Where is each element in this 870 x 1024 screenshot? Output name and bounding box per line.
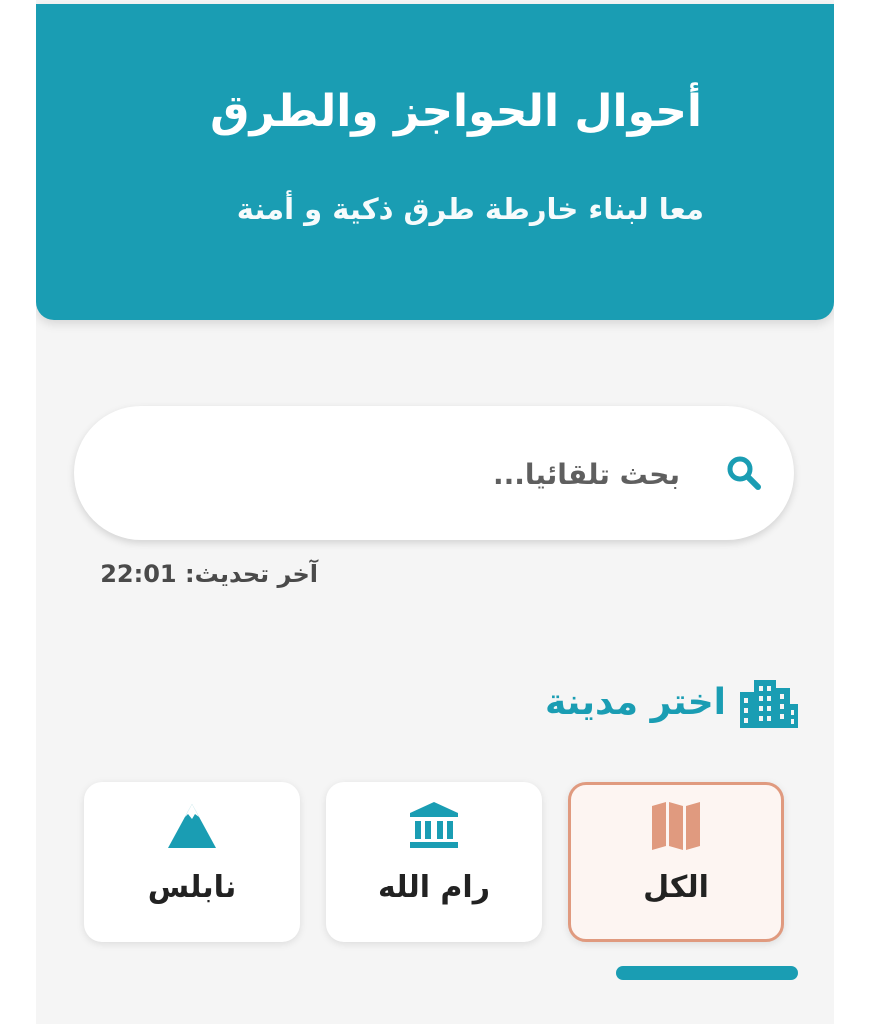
city-card-ramallah[interactable]: رام الله [326,782,542,942]
app-screen: أحوال الحواجز والطرق معا لبناء خارطة طرق… [36,0,834,1024]
app-subtitle: معا لبناء خارطة طرق ذكية و أمنة [236,192,704,226]
search-bar[interactable] [74,406,794,540]
city-card-nablus[interactable]: نابلس [84,782,300,942]
landmark-icon [410,802,458,848]
map-icon [652,802,700,850]
header-banner: أحوال الحواجز والطرق معا لبناء خارطة طرق… [36,4,834,320]
mountain-icon [168,804,216,848]
search-icon[interactable] [724,453,764,493]
last-update: آخر تحديث: 22:01 [100,560,318,588]
last-update-label: آخر تحديث: [185,560,318,588]
city-card-label: رام الله [378,870,490,905]
city-card-label: الكل [643,870,709,905]
selected-tab-indicator [616,966,798,980]
city-section-header: اختر مدينة [545,672,798,732]
search-input[interactable] [138,444,682,504]
last-update-time: 22:01 [100,560,177,588]
city-section-title: اختر مدينة [544,681,726,723]
city-buildings-icon [740,680,798,728]
city-card-all[interactable]: الكل [568,782,784,942]
city-card-label: نابلس [147,870,237,905]
app-title: أحوال الحواجز والطرق [210,86,702,137]
